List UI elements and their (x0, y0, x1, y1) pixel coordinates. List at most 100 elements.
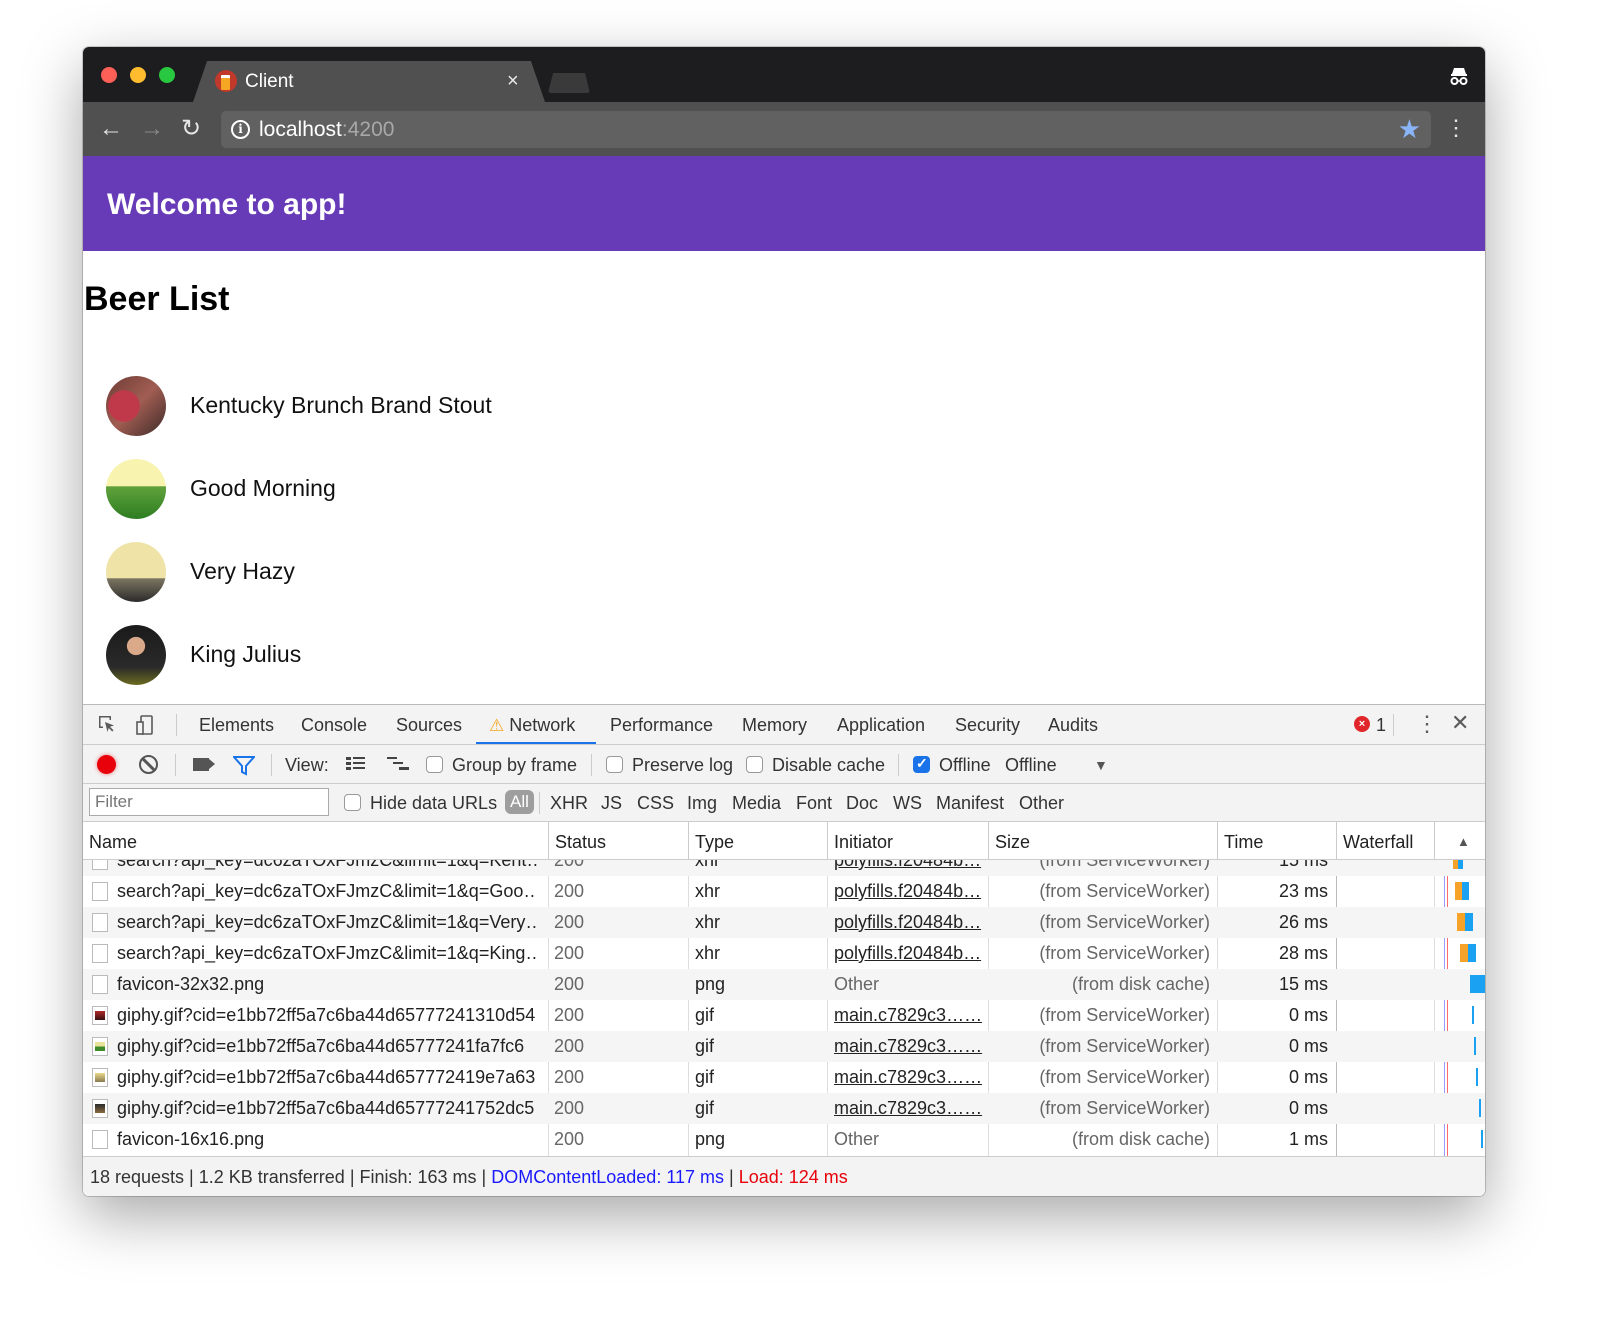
tab-security[interactable]: Security (955, 715, 1020, 736)
tab-network[interactable]: ⚠ Network (489, 715, 575, 736)
cell-name: search?api_key=dc6zaTOxFJmzC&limit=1&q=K… (117, 860, 537, 870)
new-tab-button[interactable] (548, 73, 590, 93)
throttling-select[interactable]: Offline (1005, 755, 1057, 776)
devtools-menu-icon[interactable]: ⋮ (1416, 711, 1438, 737)
beer-list-item[interactable]: King Julius (106, 625, 706, 687)
address-bar[interactable]: i localhost:4200 ★ (221, 111, 1431, 148)
type-filter-img[interactable]: Img (687, 793, 717, 814)
cell-type: gif (695, 1005, 715, 1025)
offline-checkbox[interactable] (913, 755, 930, 773)
table-row[interactable]: giphy.gif?cid=e1bb72ff5a7c6ba44d65777241… (83, 1062, 1485, 1093)
cell-initiator[interactable]: polyfills.f20484b… (834, 943, 984, 964)
info-icon[interactable]: i (231, 120, 250, 139)
back-arrow-icon[interactable]: ← (99, 115, 123, 143)
filter-icon[interactable] (231, 756, 257, 776)
type-filter-xhr[interactable]: XHR (550, 793, 588, 814)
maximize-window-button[interactable] (159, 67, 175, 83)
document-icon (92, 1130, 108, 1149)
type-filter-media[interactable]: Media (732, 793, 781, 814)
tab-network-label: Network (509, 715, 576, 735)
tab-close-icon[interactable]: × (507, 70, 519, 93)
table-row[interactable]: giphy.gif?cid=e1bb72ff5a7c6ba44d65777241… (83, 1093, 1485, 1124)
beer-list-item[interactable]: Very Hazy (106, 542, 706, 604)
cell-initiator[interactable]: main.c7829c3…… (834, 1036, 984, 1057)
close-devtools-icon[interactable]: ✕ (1451, 710, 1469, 736)
tab-application[interactable]: Application (837, 715, 925, 736)
cell-status: 200 (554, 1067, 585, 1087)
table-row[interactable]: search?api_key=dc6zaTOxFJmzC&limit=1&q=K… (83, 860, 1485, 876)
network-toolbar: View: Group by frame Preserve log Disabl… (83, 745, 1485, 784)
column-name[interactable]: Name (83, 822, 548, 860)
beer-list-item[interactable]: Good Morning (106, 459, 706, 521)
type-filter-css[interactable]: CSS (637, 793, 674, 814)
capture-screenshots-icon[interactable] (193, 758, 209, 771)
tab-elements[interactable]: Elements (199, 715, 274, 736)
star-icon[interactable]: ★ (1398, 114, 1421, 145)
cell-time: 23 ms (1278, 881, 1328, 901)
column-status[interactable]: Status (548, 822, 688, 860)
type-filter-all[interactable]: All (505, 790, 534, 814)
column-initiator[interactable]: Initiator (827, 822, 988, 860)
reload-icon[interactable]: ↻ (181, 115, 201, 143)
table-row[interactable]: search?api_key=dc6zaTOxFJmzC&limit=1&q=G… (83, 876, 1485, 907)
table-row[interactable]: giphy.gif?cid=e1bb72ff5a7c6ba44d65777241… (83, 1031, 1485, 1062)
column-waterfall[interactable]: Waterfall (1336, 822, 1434, 860)
device-toolbar-icon[interactable] (135, 714, 157, 742)
preserve-log-checkbox[interactable] (606, 756, 623, 773)
filter-input[interactable] (89, 788, 329, 816)
cell-initiator[interactable]: main.c7829c3…… (834, 1098, 984, 1119)
document-icon (92, 913, 108, 932)
disable-cache-checkbox[interactable] (746, 756, 763, 773)
tab-console[interactable]: Console (301, 715, 367, 736)
type-filter-manifest[interactable]: Manifest (936, 793, 1004, 814)
tab-performance[interactable]: Performance (610, 715, 713, 736)
clear-icon[interactable] (139, 755, 158, 774)
image-thumbnail-icon (92, 1068, 108, 1087)
cell-initiator[interactable]: polyfills.f20484b… (834, 912, 984, 933)
record-button[interactable] (97, 755, 116, 774)
menu-dots-icon[interactable]: ⋮ (1445, 114, 1467, 142)
hide-data-urls-checkbox[interactable] (344, 794, 361, 811)
type-filter-other[interactable]: Other (1019, 793, 1064, 814)
cell-name: favicon-16x16.png (117, 1129, 265, 1149)
cell-type: xhr (695, 912, 721, 932)
table-row[interactable]: favicon-16x16.png 200 png Other (from disk c… (83, 1124, 1485, 1155)
list-view-icon[interactable] (345, 754, 367, 780)
error-count[interactable]: 1 (1376, 715, 1386, 736)
sort-ascending-icon[interactable]: ▲ (1457, 834, 1470, 849)
cell-time: 0 ms (1288, 1098, 1328, 1118)
cell-initiator[interactable]: polyfills.f20484b… (834, 881, 984, 902)
column-size[interactable]: Size (988, 822, 1217, 860)
browser-tab-client[interactable]: Client × (193, 61, 545, 102)
type-filter-doc[interactable]: Doc (846, 793, 878, 814)
cell-status: 200 (554, 1036, 585, 1056)
type-filter-js[interactable]: JS (601, 793, 622, 814)
chevron-down-icon[interactable]: ▼ (1094, 757, 1108, 773)
cell-initiator[interactable]: main.c7829c3…… (834, 1067, 984, 1088)
tab-audits[interactable]: Audits (1048, 715, 1098, 736)
page-title: Beer List (84, 280, 230, 318)
column-type[interactable]: Type (688, 822, 827, 860)
table-row[interactable]: favicon-32x32.png 200 png Other (from disk c… (83, 969, 1485, 1000)
type-filter-ws[interactable]: WS (893, 793, 922, 814)
close-window-button[interactable] (101, 67, 117, 83)
minimize-window-button[interactable] (130, 67, 146, 83)
table-row[interactable]: search?api_key=dc6zaTOxFJmzC&limit=1&q=K… (83, 938, 1485, 969)
tab-sources[interactable]: Sources (396, 715, 462, 736)
tab-memory[interactable]: Memory (742, 715, 807, 736)
waterfall-download-bar (1480, 1130, 1483, 1148)
forward-arrow-icon[interactable]: → (140, 115, 164, 143)
table-row[interactable]: giphy.gif?cid=e1bb72ff5a7c6ba44d65777241… (83, 1000, 1485, 1031)
url-port: :4200 (341, 118, 395, 141)
beer-list-item[interactable]: Kentucky Brunch Brand Stout (106, 376, 706, 438)
cell-initiator[interactable]: polyfills.f20484b… (834, 860, 984, 871)
table-row[interactable]: search?api_key=dc6zaTOxFJmzC&limit=1&q=V… (83, 907, 1485, 938)
overview-icon[interactable] (386, 754, 412, 780)
inspect-element-icon[interactable] (97, 714, 117, 740)
cell-initiator[interactable]: main.c7829c3…… (834, 1005, 984, 1026)
error-icon[interactable]: × (1354, 716, 1370, 732)
group-by-frame-checkbox[interactable] (426, 756, 443, 773)
cell-status: 200 (554, 1005, 585, 1025)
column-time[interactable]: Time (1217, 822, 1336, 860)
type-filter-font[interactable]: Font (796, 793, 832, 814)
